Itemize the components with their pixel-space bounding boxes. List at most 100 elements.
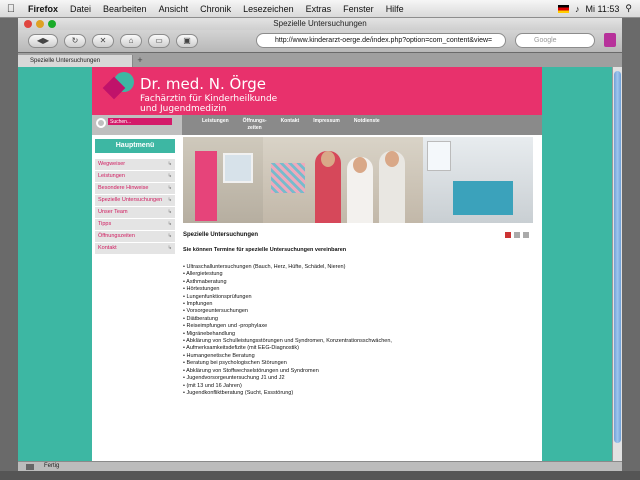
arrow-icon: ↳	[167, 161, 172, 167]
topnav-kontakt[interactable]: Kontakt	[281, 115, 300, 135]
sidebar-item-leistungen[interactable]: Leistungen ↳	[95, 171, 175, 182]
service-list-item: Allergietestung	[183, 271, 533, 278]
window-titlebar: Spezielle Untersuchungen	[18, 18, 622, 30]
web-page: Dr. med. N. Örge Fachärztin für Kinderhe…	[92, 67, 542, 461]
search-box[interactable]: Google	[515, 33, 595, 48]
service-list-item: Diätberatung	[183, 316, 533, 323]
sidebar-item-kontakt[interactable]: Kontakt ↳	[95, 243, 175, 254]
service-list-item: Reiseimpfungen und -prophylaxe	[183, 323, 533, 330]
sidebar-item-label: Wegweiser	[98, 161, 126, 167]
menu-datei[interactable]: Datei	[64, 4, 97, 14]
volume-icon[interactable]: ♪	[575, 4, 580, 14]
practice-photo-banner	[183, 137, 533, 223]
print-icon[interactable]	[514, 232, 520, 238]
scrollbar-thumb[interactable]	[614, 71, 621, 443]
tab-spezielle-untersuchungen[interactable]: Spezielle Untersuchungen	[18, 55, 133, 67]
window-title: Spezielle Untersuchungen	[273, 19, 367, 28]
service-list-item: Jugendvorsorgeuntersuchung J1 und J2	[183, 375, 533, 382]
screenshot-button[interactable]: ▣	[176, 34, 198, 48]
browser-toolbar: ◀▶ ↻ ✕ ⌂ ▭ ▣ http://www.kinderarzt-oerge…	[18, 30, 622, 52]
zoom-window-icon[interactable]	[48, 20, 56, 28]
url-bar[interactable]: http://www.kinderarzt-oerge.de/index.php…	[256, 33, 506, 48]
menu-extras[interactable]: Extras	[300, 4, 338, 14]
menu-hilfe[interactable]: Hilfe	[380, 4, 410, 14]
reception-photo	[423, 137, 533, 223]
sidebar-item-besondere-hinweise[interactable]: Besondere Hinweise ↳	[95, 183, 175, 194]
desktop-bottom	[0, 471, 640, 480]
team-member-figure	[379, 151, 405, 223]
sidebar-item-label: Unser Team	[98, 209, 128, 215]
bookmark-button[interactable]: ▭	[148, 34, 170, 48]
german-flag-icon[interactable]	[558, 4, 570, 13]
service-list-item: Impfungen	[183, 301, 533, 308]
service-list-item: Aufmerksamkeitsdefizite (mit EEG-Diagnos…	[183, 345, 533, 352]
topnav-leistungen[interactable]: Leistungen	[202, 115, 229, 135]
doctor-specialty-line2: und Jugendmedizin	[140, 104, 227, 114]
page-title: Spezielle Untersuchungen	[183, 232, 259, 238]
service-list-item: Hörtestungen	[183, 286, 533, 293]
browser-viewport: Dr. med. N. Örge Fachärztin für Kinderhe…	[18, 67, 622, 461]
addon-icon[interactable]	[604, 33, 616, 47]
menu-bearbeiten[interactable]: Bearbeiten	[97, 4, 153, 14]
service-list-item: Asthmaberatung	[183, 279, 533, 286]
doctor-name: Dr. med. N. Örge	[140, 75, 266, 93]
sidebar: Hauptmenü Wegweiser ↳ Leistungen ↳ Besonde…	[92, 135, 182, 255]
mac-menubar:  Firefox Datei Bearbeiten Ansicht Chron…	[0, 0, 640, 18]
clock[interactable]: Mi 11:53	[586, 4, 620, 14]
service-list-item: Abklärung von Stoffwechselstörungen und …	[183, 368, 533, 375]
search-icon	[96, 118, 106, 128]
site-header: Dr. med. N. Örge Fachärztin für Kinderhe…	[92, 67, 542, 115]
team-member-figure	[315, 151, 341, 223]
service-list-item: (mit 13 und 16 Jahren)	[183, 383, 533, 390]
service-list-item: Migränebehandlung	[183, 331, 533, 338]
reload-button[interactable]: ↻	[64, 34, 86, 48]
window-controls	[24, 20, 56, 28]
service-list-item: Vorsorgeuntersuchungen	[183, 308, 533, 315]
menu-app[interactable]: Firefox	[22, 4, 64, 14]
service-list-item: Humangenetische Beratung	[183, 353, 533, 360]
site-search-input[interactable]	[108, 118, 172, 125]
topnav-impressum[interactable]: Impressum	[313, 115, 340, 135]
minimize-window-icon[interactable]	[36, 20, 44, 28]
doctor-specialty-line1: Fachärztin für Kinderheilkunde	[140, 94, 278, 104]
arrow-icon: ↳	[167, 221, 172, 227]
menu-ansicht[interactable]: Ansicht	[153, 4, 195, 14]
email-icon[interactable]	[523, 232, 529, 238]
main-menu-heading: Hauptmenü	[95, 139, 175, 153]
sidebar-item-tipps[interactable]: Tipps ↳	[95, 219, 175, 230]
new-tab-button[interactable]: +	[133, 55, 147, 67]
sidebar-item-wegweiser[interactable]: Wegweiser ↳	[95, 159, 175, 170]
arrow-icon: ↳	[167, 197, 172, 203]
sidebar-item-oeffnungszeiten[interactable]: Öffnungszeiten ↳	[95, 231, 175, 242]
sidebar-item-label: Kontakt	[98, 245, 117, 251]
back-forward-button[interactable]: ◀▶	[28, 34, 58, 48]
spotlight-icon[interactable]: ⚲	[625, 3, 632, 14]
sidebar-item-label: Öffnungszeiten	[98, 233, 135, 239]
menu-fenster[interactable]: Fenster	[337, 4, 380, 14]
sidebar-item-unser-team[interactable]: Unser Team ↳	[95, 207, 175, 218]
service-list-item: Lungenfunktionsprüfungen	[183, 294, 533, 301]
sidebar-item-spezielle-untersuchungen[interactable]: Spezielle Untersuchungen ↳	[95, 195, 175, 206]
tab-bar: Spezielle Untersuchungen +	[18, 53, 622, 67]
arrow-icon: ↳	[167, 245, 172, 251]
topnav-oeffnungszeiten[interactable]: Öffnungs- zeiten	[243, 115, 267, 135]
pdf-icon[interactable]	[505, 232, 511, 238]
service-list-item: Beratung bei psychologischen Störungen	[183, 360, 533, 367]
screen:  Firefox Datei Bearbeiten Ansicht Chron…	[0, 0, 640, 480]
team-photo	[263, 137, 423, 223]
apple-icon[interactable]: 	[0, 3, 22, 15]
menu-lesezeichen[interactable]: Lesezeichen	[237, 4, 300, 14]
stop-button[interactable]: ✕	[92, 34, 114, 48]
close-window-icon[interactable]	[24, 20, 32, 28]
service-list: Ultraschalluntersuchungen (Bauch, Herz, …	[183, 264, 533, 397]
topnav-notdienste[interactable]: Notdienste	[354, 115, 380, 135]
content-subheading: Sie können Termine für spezielle Untersu…	[183, 247, 347, 253]
menu-chronik[interactable]: Chronik	[194, 4, 237, 14]
main-content: Spezielle Untersuchungen Sie können Term…	[183, 227, 533, 397]
practice-logo-icon[interactable]	[102, 72, 134, 100]
home-button[interactable]: ⌂	[120, 34, 142, 48]
sidebar-item-label: Tipps	[98, 221, 112, 227]
team-member-figure	[347, 157, 373, 223]
vertical-scrollbar[interactable]	[612, 67, 622, 461]
status-text: Fertig	[44, 463, 60, 469]
